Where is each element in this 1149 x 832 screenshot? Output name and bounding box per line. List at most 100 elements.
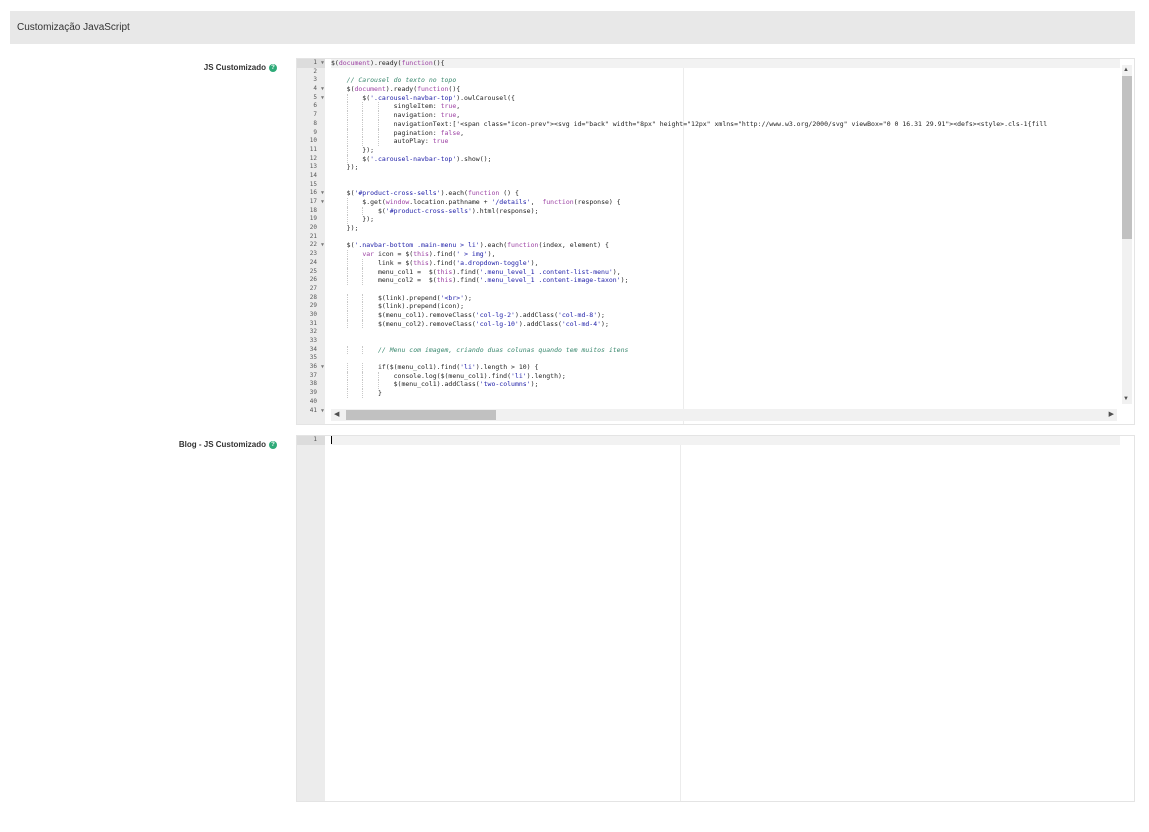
code-line: $(link).prepend(icon);	[331, 302, 465, 311]
indent-guide	[346, 310, 348, 320]
line-number: 37	[309, 371, 317, 379]
line-number: 9	[313, 128, 317, 136]
indent-guide	[362, 310, 364, 320]
code-line: link = $(this).find('a.dropdown-toggle')…	[331, 258, 539, 268]
indent-guide	[346, 319, 348, 329]
line-number: 2	[313, 67, 317, 75]
indent-guide	[362, 293, 364, 303]
line-number: 8	[313, 119, 317, 127]
indent-guide	[346, 389, 348, 398]
indent-guide	[377, 119, 379, 129]
indent-guide	[346, 102, 348, 112]
line-number: 36 ▼	[309, 363, 324, 372]
indent-guide	[346, 380, 348, 390]
indent-guide	[377, 371, 379, 381]
code-line: // Menu com imagem, criando duas colunas…	[331, 345, 1120, 355]
indent-guide	[377, 128, 379, 138]
line-number: 30	[309, 310, 317, 318]
line-number: 6	[313, 102, 317, 110]
scroll-down-icon[interactable]: ▼	[1123, 396, 1129, 402]
fold-toggle-icon[interactable]: ▼	[321, 407, 324, 416]
fold-toggle-icon[interactable]: ▼	[321, 59, 324, 68]
fold-toggle-icon[interactable]: ▼	[321, 189, 324, 198]
line-number: 25	[309, 267, 317, 275]
code-area[interactable]: $(document).ready(function(){ // Carouse…	[331, 59, 1120, 415]
line-number: 21	[309, 232, 317, 240]
code-line: navigation: true,	[331, 111, 461, 120]
code-line: // Carousel do texto no topo	[346, 76, 457, 85]
indent-guide	[362, 371, 364, 381]
section-header: Customização JavaScript	[10, 11, 1135, 44]
line-number: 29	[309, 302, 317, 310]
line-number: 5 ▼	[313, 93, 324, 103]
indent-guide	[362, 302, 364, 311]
code-line: var icon = $(this).find(' > img'),	[331, 250, 1120, 259]
indent-guide	[346, 363, 348, 372]
indent-guide	[362, 276, 364, 285]
indent-guide	[346, 371, 348, 381]
scroll-up-icon[interactable]: ▲	[1123, 67, 1129, 73]
code-line: $(link).prepend('<br>');	[331, 293, 472, 303]
vertical-scroll-thumb[interactable]	[1122, 76, 1132, 239]
print-margin	[680, 436, 681, 801]
indent-guide	[346, 128, 348, 138]
code-line: $(menu_col1).addClass('two-columns');	[331, 380, 539, 390]
fold-toggle-icon[interactable]: ▼	[321, 363, 324, 372]
line-number: 16 ▼	[309, 189, 324, 198]
indent-guide	[346, 276, 348, 285]
horizontal-scrollbar[interactable]: ◀ ▶	[331, 409, 1117, 421]
line-number: 41 ▼	[309, 406, 324, 416]
indent-guide	[377, 111, 379, 120]
indent-guide	[362, 102, 364, 112]
code-line: $.get(window.location.pathname + '/detai…	[331, 198, 621, 207]
code-line: if($(menu_col1).find('li').length > 10) …	[331, 363, 539, 372]
line-number-gutter: 1 ▼ 2 3 4 ▼ 5 ▼ 6 7 8 9 10 11 12 13 14 15 16 ▼ 17 ▼ 18 19 20 21 22…	[297, 59, 325, 424]
help-icon[interactable]: ?	[269, 440, 277, 449]
fold-toggle-icon[interactable]: ▼	[321, 241, 324, 250]
scroll-left-icon[interactable]: ◀	[334, 410, 339, 420]
indent-guide	[362, 267, 364, 277]
indent-guide	[362, 258, 364, 268]
js-code-editor[interactable]: 1 ▼ 2 3 4 ▼ 5 ▼ 6 7 8 9 10 11 12 13 14 15 16 ▼ 17 ▼ 18 19 20 21 22…	[296, 58, 1135, 425]
scroll-right-icon[interactable]: ▶	[1109, 410, 1114, 420]
line-number: 14	[309, 171, 317, 179]
line-number: 19	[309, 215, 317, 223]
line-number: 24	[309, 258, 317, 266]
line-number: 20	[309, 224, 317, 232]
indent-guide	[362, 137, 364, 146]
fold-toggle-icon[interactable]: ▼	[321, 94, 324, 103]
indent-guide	[362, 206, 364, 216]
line-number: 31	[309, 319, 317, 327]
indent-guide	[377, 380, 379, 390]
code-line: $(menu_col2).removeClass('col-lg-10').ad…	[331, 319, 609, 329]
line-number: 12	[309, 154, 317, 162]
line-number: 34	[309, 345, 317, 353]
indent-guide	[362, 111, 364, 120]
line-number: 35	[309, 354, 317, 362]
line-number: 39	[309, 389, 317, 397]
horizontal-scroll-thumb[interactable]	[346, 410, 496, 420]
blog-js-code-editor[interactable]: 1	[296, 435, 1135, 802]
line-number: 32	[309, 328, 317, 336]
line-number: 11	[309, 145, 317, 153]
vertical-scrollbar[interactable]: ▲ ▼	[1122, 65, 1132, 404]
fold-toggle-icon[interactable]: ▼	[321, 198, 324, 207]
code-line: $(document).ready(function(){	[331, 85, 461, 94]
code-line: menu_col2 = $(this).find('.menu_level_1 …	[331, 276, 629, 285]
line-number-gutter: 1	[297, 436, 325, 801]
indent-guide	[346, 250, 348, 259]
indent-guide	[346, 258, 348, 268]
code-area[interactable]	[331, 436, 1120, 445]
indent-guide	[362, 128, 364, 138]
help-icon[interactable]: ?	[269, 63, 277, 72]
blog-js-field-label: Blog - JS Customizado?	[179, 440, 277, 449]
indent-guide	[362, 363, 364, 372]
fold-toggle-icon[interactable]: ▼	[321, 85, 324, 94]
